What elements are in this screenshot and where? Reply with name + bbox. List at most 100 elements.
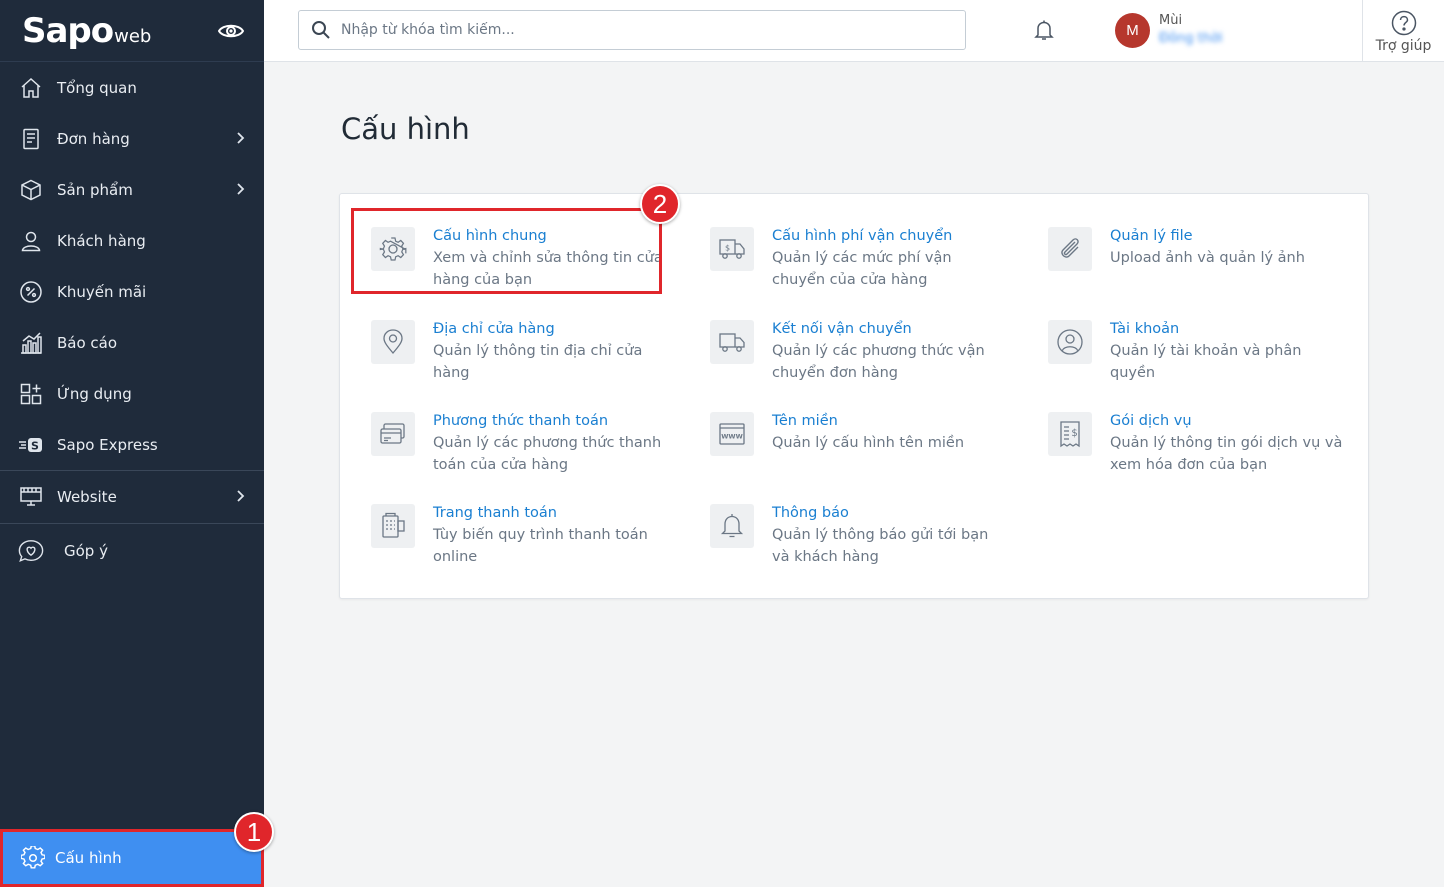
- sidebar-item-promotions[interactable]: Khuyến mãi: [0, 266, 264, 317]
- search-input[interactable]: [341, 22, 941, 38]
- sapo-web-logo[interactable]: Sapo web: [22, 11, 151, 51]
- logo-sub-text: web: [114, 25, 152, 47]
- settings-card-shipping-fee[interactable]: $ Cấu hình phí vận chuyển Quản lý các mứ…: [710, 225, 1010, 291]
- sidebar-item-label: Khuyến mãi: [57, 282, 147, 301]
- search-box[interactable]: [298, 10, 966, 50]
- question-circle-icon: [1391, 10, 1417, 36]
- settings-card-notifications[interactable]: Thông báo Quản lý thông báo gửi tới bạn …: [710, 502, 1010, 568]
- sidebar-item-customers[interactable]: Khách hàng: [0, 215, 264, 266]
- step-badge-2: 2: [640, 184, 680, 224]
- sidebar-item-label: Website: [57, 488, 117, 506]
- settings-card-checkout-page[interactable]: Trang thanh toán Tùy biến quy trình than…: [371, 502, 671, 568]
- topbar: M Mùi Đông thời Trợ giúp: [264, 0, 1444, 62]
- sidebar-nav: Tổng quan Đơn hàng Sản phẩm Khách hàng K…: [0, 62, 264, 470]
- shipping-fee-icon: $: [710, 227, 754, 271]
- www-icon: WWW: [710, 412, 754, 456]
- card-title[interactable]: Kết nối vận chuyển: [772, 318, 1008, 340]
- user-name[interactable]: Mùi: [1159, 13, 1182, 28]
- page-title: Cấu hình: [341, 112, 470, 146]
- chevron-right-icon: [232, 181, 248, 197]
- card-title[interactable]: Cấu hình phí vận chuyển: [772, 225, 1008, 247]
- settings-card-account[interactable]: Tài khoản Quản lý tài khoản và phân quyề…: [1048, 318, 1348, 384]
- settings-card-payment-methods[interactable]: Phương thức thanh toán Quản lý các phươn…: [371, 410, 671, 476]
- sidebar-item-label: Báo cáo: [57, 333, 118, 352]
- location-pin-icon: [371, 320, 415, 364]
- card-description: Tùy biến quy trình thanh toán online: [433, 527, 648, 565]
- express-icon: S: [18, 432, 44, 458]
- sidebar-item-label: Sapo Express: [57, 435, 158, 454]
- logo-bar: Sapo web: [0, 0, 264, 62]
- card-title[interactable]: Tài khoản: [1110, 318, 1346, 340]
- logo-main-text: Sapo: [22, 10, 114, 51]
- home-icon: [18, 75, 44, 101]
- card-title[interactable]: Gói dịch vụ: [1110, 410, 1346, 432]
- help-button[interactable]: Trợ giúp: [1362, 0, 1444, 62]
- sidebar-item-label: Góp ý: [64, 542, 108, 560]
- sidebar-item-label: Ứng dụng: [57, 384, 132, 403]
- card-description: Quản lý thông tin gói dịch vụ và xem hóa…: [1110, 435, 1343, 473]
- card-description: Quản lý thông tin địa chỉ cửa hàng: [433, 343, 643, 381]
- apps-icon: [18, 381, 44, 407]
- sidebar-item-feedback[interactable]: Góp ý: [0, 524, 264, 578]
- box-icon: [18, 177, 44, 203]
- user-icon: [18, 228, 44, 254]
- svg-text:S: S: [31, 439, 39, 452]
- sidebar-item-products[interactable]: Sản phẩm: [0, 164, 264, 215]
- sidebar-item-sapo-express[interactable]: S Sapo Express: [0, 419, 264, 470]
- card-title[interactable]: Phương thức thanh toán: [433, 410, 669, 432]
- account-icon: [1048, 320, 1092, 364]
- svg-text:$: $: [725, 244, 730, 253]
- settings-card-file-manager[interactable]: Quản lý file Upload ảnh và quản lý ảnh: [1048, 225, 1348, 271]
- sidebar-item-reports[interactable]: Báo cáo: [0, 317, 264, 368]
- sidebar-item-label: Cấu hình: [55, 849, 122, 867]
- svg-text:$: $: [1071, 428, 1077, 439]
- card-description: Quản lý các phương thức thanh toán của c…: [433, 435, 662, 473]
- step-badge-1: 1: [234, 812, 274, 852]
- notification-bell-icon[interactable]: [1032, 18, 1056, 42]
- sidebar-item-website[interactable]: Website: [0, 471, 264, 523]
- user-store-name[interactable]: Đông thời: [1159, 31, 1223, 46]
- card-title[interactable]: Địa chỉ cửa hàng: [433, 318, 669, 340]
- gear-icon: [21, 846, 45, 870]
- eye-icon[interactable]: [218, 18, 244, 44]
- sidebar-item-settings[interactable]: Cấu hình: [0, 829, 264, 887]
- percent-icon: [18, 279, 44, 305]
- settings-card-shipping-connect[interactable]: Kết nối vận chuyển Quản lý các phương th…: [710, 318, 1010, 384]
- checkout-page-icon: [371, 504, 415, 548]
- sidebar-item-label: Đơn hàng: [57, 129, 130, 148]
- chevron-right-icon: [232, 488, 248, 504]
- card-description: Upload ảnh và quản lý ảnh: [1110, 250, 1305, 266]
- sidebar: Sapo web Tổng quan Đơn hàng Sản phẩm Khá…: [0, 0, 264, 887]
- card-description: Quản lý cấu hình tên miền: [772, 435, 965, 451]
- truck-icon: [710, 320, 754, 364]
- sidebar-item-label: Sản phẩm: [57, 180, 133, 199]
- sidebar-item-orders[interactable]: Đơn hàng: [0, 113, 264, 164]
- card-title[interactable]: Tên miền: [772, 410, 1008, 432]
- heart-chat-icon: [18, 538, 44, 564]
- card-title[interactable]: Quản lý file: [1110, 225, 1346, 247]
- chevron-right-icon: [232, 130, 248, 146]
- card-title[interactable]: Trang thanh toán: [433, 502, 669, 524]
- svg-text:WWW: WWW: [721, 433, 743, 441]
- store-icon: [18, 484, 44, 510]
- card-description: Quản lý tài khoản và phân quyền: [1110, 343, 1302, 381]
- settings-card-service-plan[interactable]: $ Gói dịch vụ Quản lý thông tin gói dịch…: [1048, 410, 1348, 476]
- highlight-box: [351, 208, 662, 294]
- sidebar-item-label: Tổng quan: [57, 78, 137, 97]
- report-icon: [18, 330, 44, 356]
- settings-card-store-address[interactable]: Địa chỉ cửa hàng Quản lý thông tin địa c…: [371, 318, 671, 384]
- card-description: Quản lý các mức phí vận chuyển của cửa h…: [772, 250, 952, 288]
- card-description: Quản lý các phương thức vận chuyển đơn h…: [772, 343, 985, 381]
- settings-card-domain[interactable]: WWW Tên miền Quản lý cấu hình tên miền: [710, 410, 1010, 456]
- avatar[interactable]: M: [1115, 13, 1150, 48]
- help-label: Trợ giúp: [1375, 38, 1432, 54]
- search-icon: [311, 20, 331, 40]
- invoice-icon: $: [1048, 412, 1092, 456]
- card-title[interactable]: Thông báo: [772, 502, 1008, 524]
- sidebar-item-apps[interactable]: Ứng dụng: [0, 368, 264, 419]
- paperclip-icon: [1048, 227, 1092, 271]
- sidebar-item-overview[interactable]: Tổng quan: [0, 62, 264, 113]
- credit-card-icon: [371, 412, 415, 456]
- card-description: Quản lý thông báo gửi tới bạn và khách h…: [772, 527, 989, 565]
- bell-icon: [710, 504, 754, 548]
